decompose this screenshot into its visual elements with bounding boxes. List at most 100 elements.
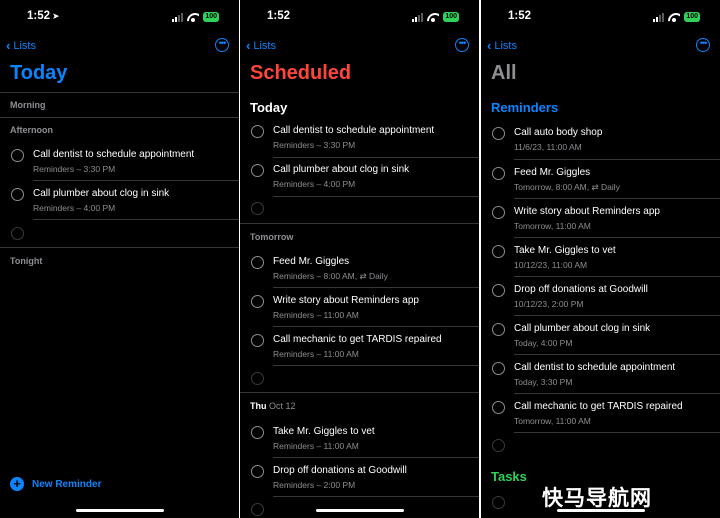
list-item[interactable]: Call plumber about clog in sink Reminder… — [0, 187, 239, 223]
status-time: 1:52 — [27, 10, 51, 22]
divider — [33, 180, 239, 181]
checkbox-circle-icon[interactable] — [492, 245, 505, 258]
wifi-icon — [668, 13, 680, 22]
reminder-subtitle: Tomorrow, 11:00 AM — [514, 416, 591, 426]
list-item[interactable]: Take Mr. Giggles to vet 10/12/23, 11:00 … — [481, 244, 720, 280]
divider — [273, 496, 479, 497]
checkbox-circle-icon[interactable] — [492, 127, 505, 140]
cellular-signal-icon — [412, 12, 424, 22]
divider — [514, 276, 720, 277]
reminder-subtitle: Tomorrow, 11:00 AM — [514, 221, 591, 231]
list-item[interactable]: Call dentist to schedule appointment Tod… — [481, 361, 720, 397]
reminder-title: Call mechanic to get TARDIS repaired — [514, 401, 683, 412]
reminder-subtitle: Today, 4:00 PM — [514, 338, 573, 348]
new-item-circle-icon[interactable] — [492, 439, 505, 452]
divider — [273, 287, 479, 288]
list-item[interactable]: Call mechanic to get TARDIS repaired Tom… — [481, 400, 720, 436]
checkbox-circle-icon[interactable] — [492, 167, 505, 180]
list-item[interactable]: Call plumber about clog in sink Today, 4… — [481, 322, 720, 358]
list-item[interactable]: Take Mr. Giggles to vet Reminders – 11:0… — [240, 425, 479, 461]
reminder-subtitle: Reminders – 8:00 AM, ⇄ Daily — [273, 271, 388, 281]
checkbox-circle-icon[interactable] — [492, 206, 505, 219]
list-item[interactable]: Call plumber about clog in sink Reminder… — [240, 163, 479, 199]
more-options-icon[interactable]: ••• — [455, 38, 469, 52]
today-screen: 1:52 ➤ 100 ‹ Lists ••• Today Morning After… — [0, 0, 239, 518]
reminder-subtitle: Reminders – 11:00 AM — [273, 441, 359, 451]
section-reminders: Reminders — [491, 100, 559, 115]
more-options-icon[interactable]: ••• — [696, 38, 710, 52]
new-item-circle-icon[interactable] — [251, 372, 264, 385]
wifi-icon — [427, 13, 439, 22]
battery-icon: 100 — [684, 12, 700, 22]
checkbox-circle-icon[interactable] — [251, 426, 264, 439]
reminder-title: Call plumber about clog in sink — [514, 323, 651, 334]
divider — [240, 223, 479, 224]
divider — [514, 354, 720, 355]
section-date: Oct 12 — [269, 401, 296, 411]
checkbox-circle-icon[interactable] — [251, 256, 264, 269]
checkbox-circle-icon[interactable] — [492, 323, 505, 336]
new-item-circle-icon[interactable] — [492, 496, 505, 509]
new-item-circle-icon[interactable] — [11, 227, 24, 240]
list-item[interactable]: Drop off donations at Goodwill Reminders… — [240, 464, 479, 500]
reminder-subtitle: Reminders – 4:00 PM — [33, 203, 116, 213]
checkbox-circle-icon[interactable] — [251, 295, 264, 308]
checkbox-circle-icon[interactable] — [492, 284, 505, 297]
checkbox-circle-icon[interactable] — [492, 362, 505, 375]
more-options-icon[interactable]: ••• — [215, 38, 229, 52]
reminder-title: Call plumber about clog in sink — [33, 188, 170, 199]
section-thu: Thu Oct 12 — [250, 401, 296, 411]
reminder-subtitle: Reminders – 3:30 PM — [33, 164, 116, 174]
reminder-title: Feed Mr. Giggles — [273, 256, 350, 267]
checkbox-circle-icon[interactable] — [251, 125, 264, 138]
list-item[interactable]: Feed Mr. Giggles Reminders – 8:00 AM, ⇄ … — [240, 255, 479, 291]
checkbox-circle-icon[interactable] — [11, 149, 24, 162]
divider — [0, 92, 239, 93]
checkbox-circle-icon[interactable] — [251, 334, 264, 347]
reminder-title: Take Mr. Giggles to vet — [273, 426, 375, 437]
section-today: Today — [250, 100, 288, 115]
chevron-left-icon: ‹ — [6, 38, 11, 53]
new-item-circle-icon[interactable] — [251, 503, 264, 516]
checkbox-circle-icon[interactable] — [492, 401, 505, 414]
back-button[interactable]: ‹ Lists — [487, 38, 517, 53]
list-item[interactable]: Call dentist to schedule appointment Rem… — [0, 148, 239, 184]
list-item[interactable]: Write story about Reminders app Tomorrow… — [481, 205, 720, 241]
nav-bar: ‹ Lists ••• — [0, 38, 239, 56]
reminder-subtitle: Reminders – 11:00 AM — [273, 349, 359, 359]
new-item-circle-icon[interactable] — [251, 202, 264, 215]
reminder-title: Call dentist to schedule appointment — [514, 362, 676, 373]
plus-circle-icon: + — [10, 477, 24, 491]
reminder-subtitle: 11/6/23, 11:00 AM — [514, 142, 582, 152]
list-item[interactable]: Call auto body shop 11/6/23, 11:00 AM — [481, 126, 720, 162]
list-item[interactable]: Call mechanic to get TARDIS repaired Rem… — [240, 333, 479, 369]
section-tomorrow: Tomorrow — [250, 232, 294, 242]
reminder-subtitle: 10/12/23, 11:00 AM — [514, 260, 588, 270]
reminder-title: Call dentist to schedule appointment — [33, 149, 195, 160]
reminder-subtitle: Reminders – 4:00 PM — [273, 179, 356, 189]
list-item[interactable]: Call dentist to schedule appointment Rem… — [240, 124, 479, 160]
checkbox-circle-icon[interactable] — [251, 164, 264, 177]
back-button[interactable]: ‹ Lists — [246, 38, 276, 53]
new-reminder-button[interactable]: + New Reminder — [10, 477, 101, 491]
section-morning: Morning — [10, 100, 46, 110]
reminder-subtitle: Today, 3:30 PM — [514, 377, 573, 387]
list-item[interactable]: Write story about Reminders app Reminder… — [240, 294, 479, 330]
list-item[interactable]: Feed Mr. Giggles Tomorrow, 8:00 AM, ⇄ Da… — [481, 166, 720, 202]
divider — [240, 392, 479, 393]
checkbox-circle-icon[interactable] — [251, 465, 264, 478]
cellular-signal-icon — [172, 12, 184, 22]
back-button[interactable]: ‹ Lists — [6, 38, 36, 53]
reminder-title: Call auto body shop — [514, 127, 603, 138]
checkbox-circle-icon[interactable] — [11, 188, 24, 201]
section-tonight: Tonight — [10, 256, 43, 266]
section-tasks: Tasks — [491, 469, 527, 484]
scheduled-screen: 1:52 100 ‹ Lists ••• Scheduled Today Call… — [240, 0, 479, 518]
new-reminder-label: New Reminder — [32, 478, 102, 490]
reminder-title: Feed Mr. Giggles — [514, 167, 591, 178]
all-screen: 1:52 100 ‹ Lists ••• All Reminders Call a… — [481, 0, 720, 518]
back-label: Lists — [13, 39, 36, 52]
reminder-subtitle: Tomorrow, 8:00 AM, ⇄ Daily — [514, 182, 620, 192]
reminder-title: Drop off donations at Goodwill — [273, 465, 407, 476]
list-item[interactable]: Drop off donations at Goodwill 10/12/23,… — [481, 283, 720, 319]
